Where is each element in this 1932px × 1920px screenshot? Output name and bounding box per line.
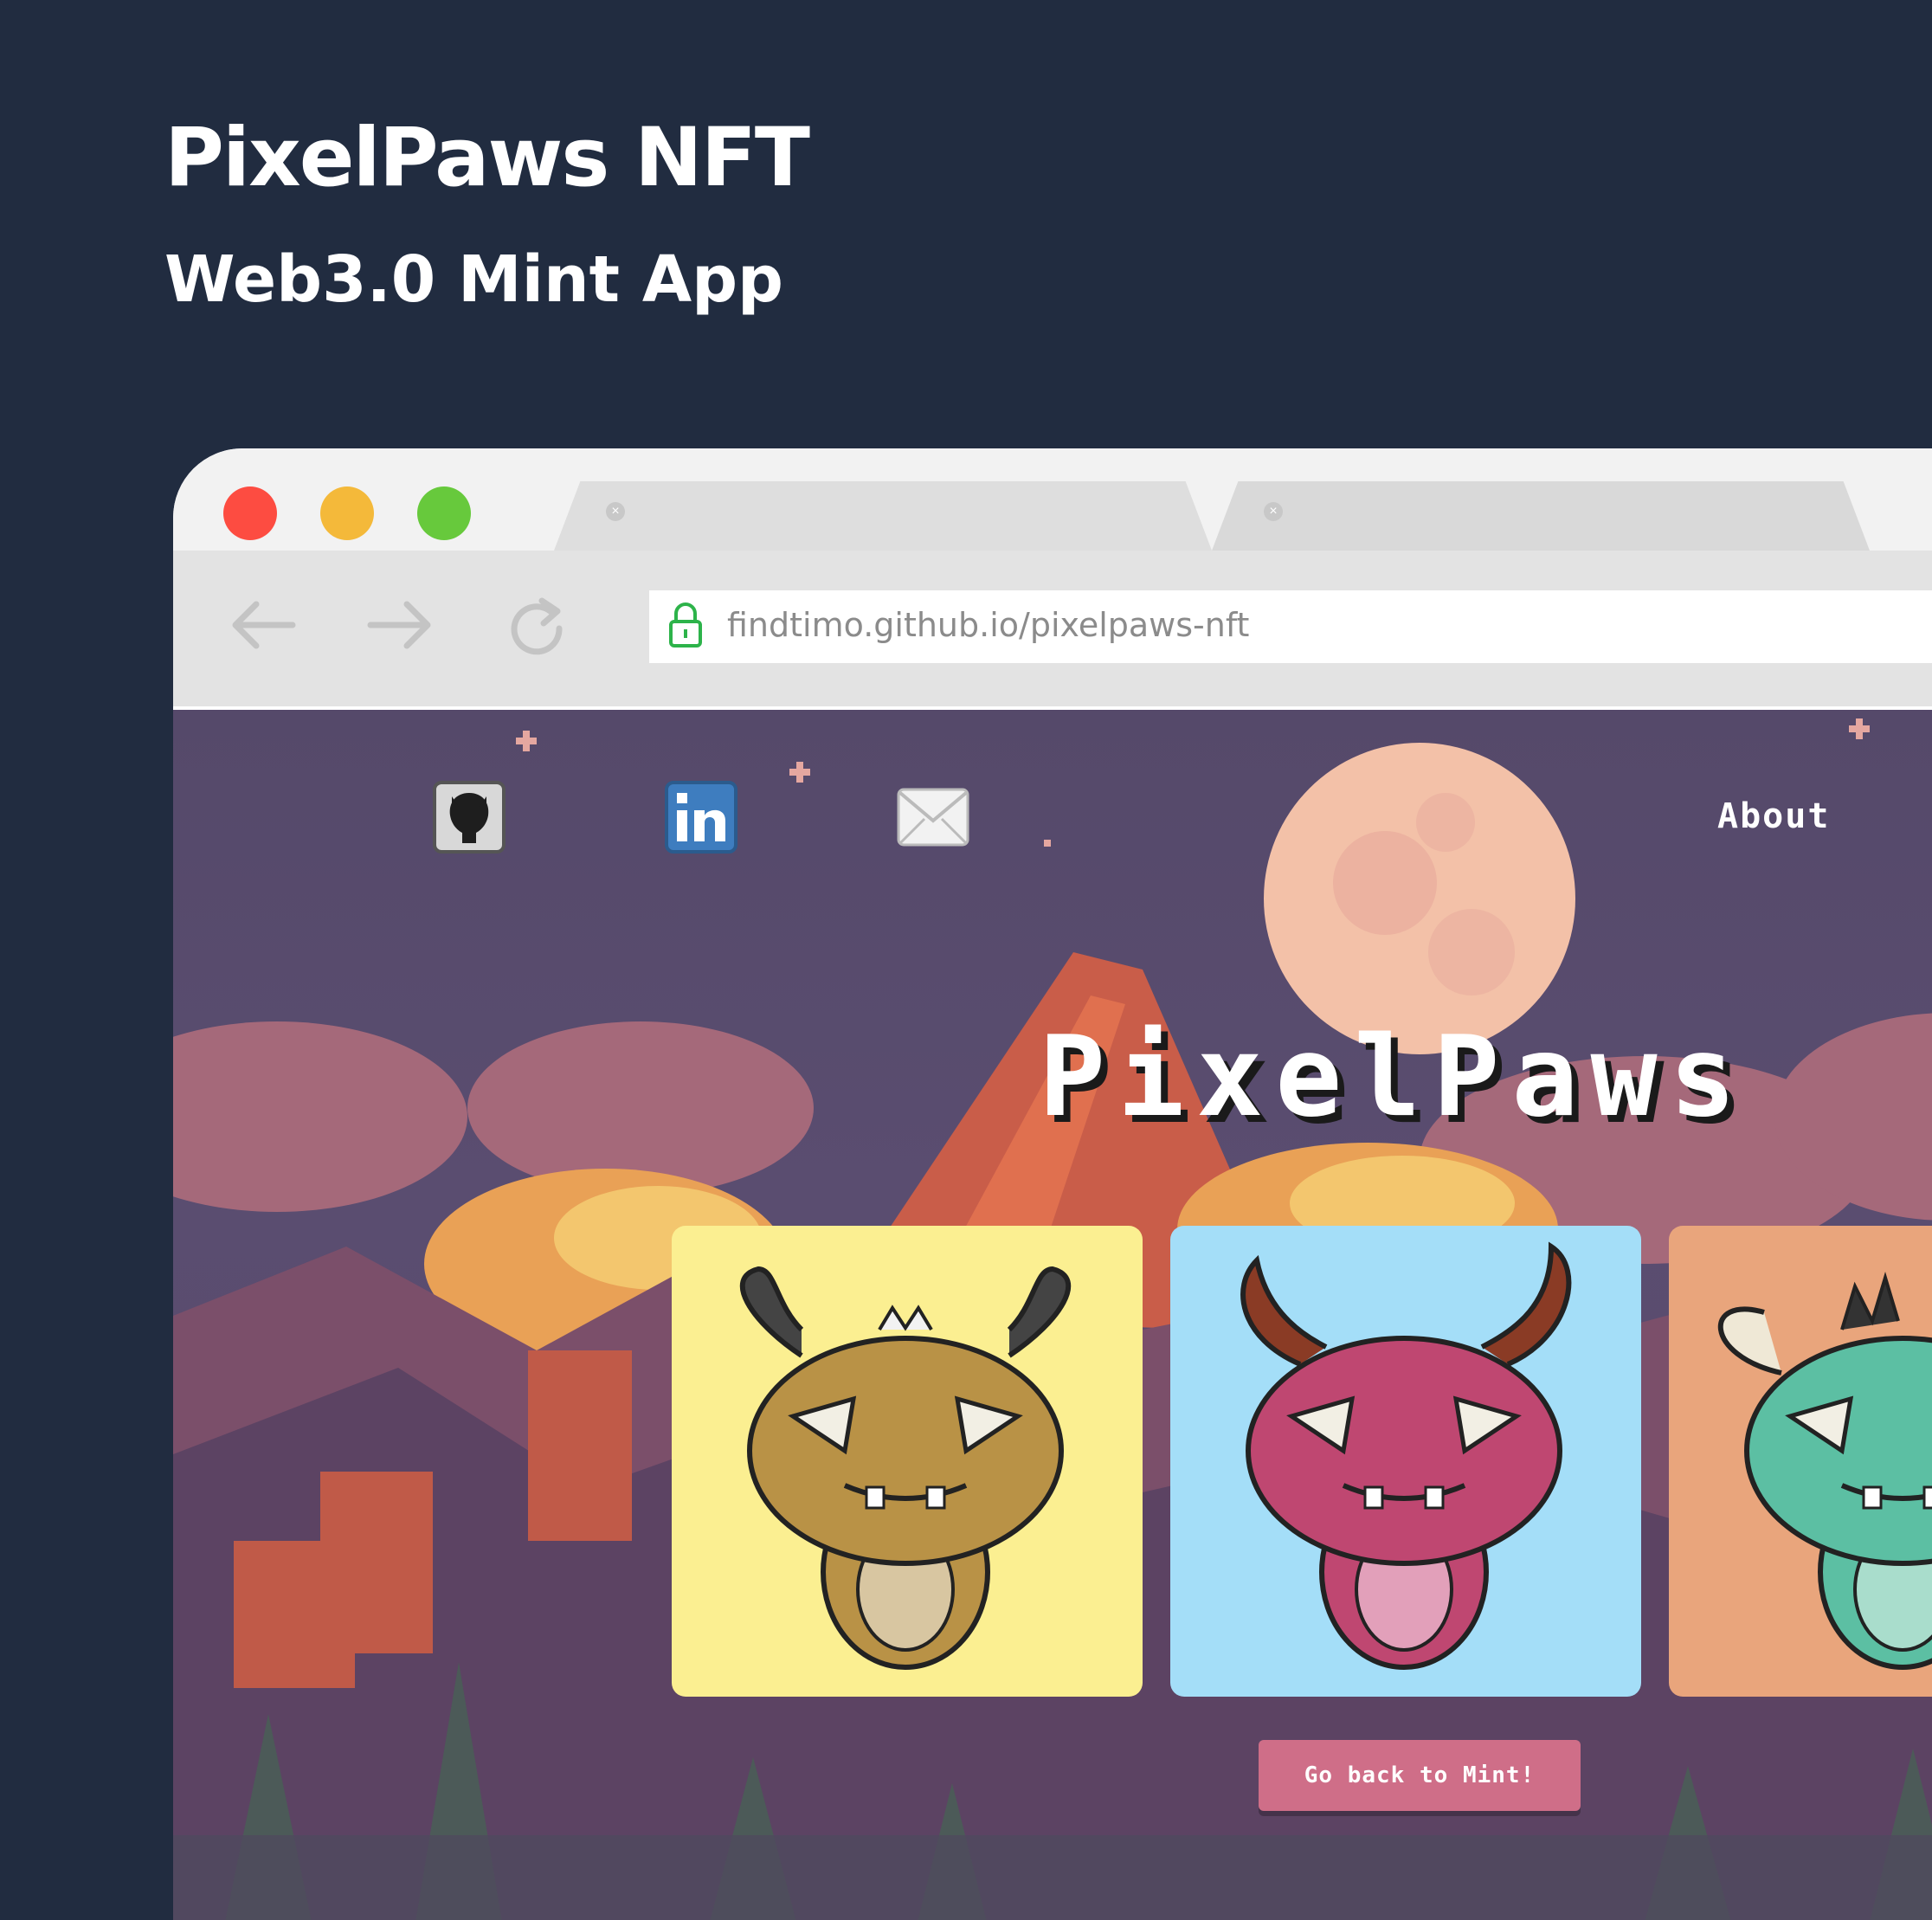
promo-subtitle: Web3.0 Mint App [164,242,784,317]
url-text: findtimo.github.io/pixelpaws-nft [727,606,1250,644]
close-window-button[interactable] [223,486,277,540]
browser-toolbar: findtimo.github.io/pixelpaws-nft [173,551,1932,710]
creature-illustration [739,1266,1072,1670]
github-icon[interactable] [433,781,506,854]
browser-tab-1[interactable]: × [554,481,1212,551]
forward-arrow-icon[interactable] [367,599,433,651]
maximize-window-button[interactable] [417,486,471,540]
nft-card-2[interactable] [1170,1226,1641,1697]
creature-illustration [1717,1272,1932,1670]
go-back-to-mint-button[interactable]: Go back to Mint! [1259,1740,1581,1811]
tab-strip: × × [173,448,1932,551]
nft-card-1[interactable] [672,1226,1143,1697]
promo-title: PixelPaws NFT [164,111,810,205]
page-viewport: About PixelPaws Go back to Mint! [173,710,1932,1920]
close-tab-icon[interactable]: × [1264,502,1283,521]
reload-icon[interactable] [507,594,568,656]
close-tab-icon[interactable]: × [606,502,625,521]
creature-illustration [1240,1241,1572,1670]
nft-card-3[interactable] [1669,1226,1932,1697]
nav-about-link[interactable]: About [1717,796,1830,836]
mail-icon[interactable] [897,781,969,854]
linkedin-icon[interactable] [665,781,737,854]
hero-title: PixelPaws [1039,1013,1748,1142]
back-arrow-icon[interactable] [230,599,296,651]
minimize-window-button[interactable] [320,486,374,540]
browser-window: × × findtimo.github.io/pixelpaws-nft Abo… [173,448,1932,1920]
browser-tab-2[interactable]: × [1212,481,1870,551]
address-bar[interactable]: findtimo.github.io/pixelpaws-nft [649,590,1932,663]
lock-icon [669,602,702,648]
